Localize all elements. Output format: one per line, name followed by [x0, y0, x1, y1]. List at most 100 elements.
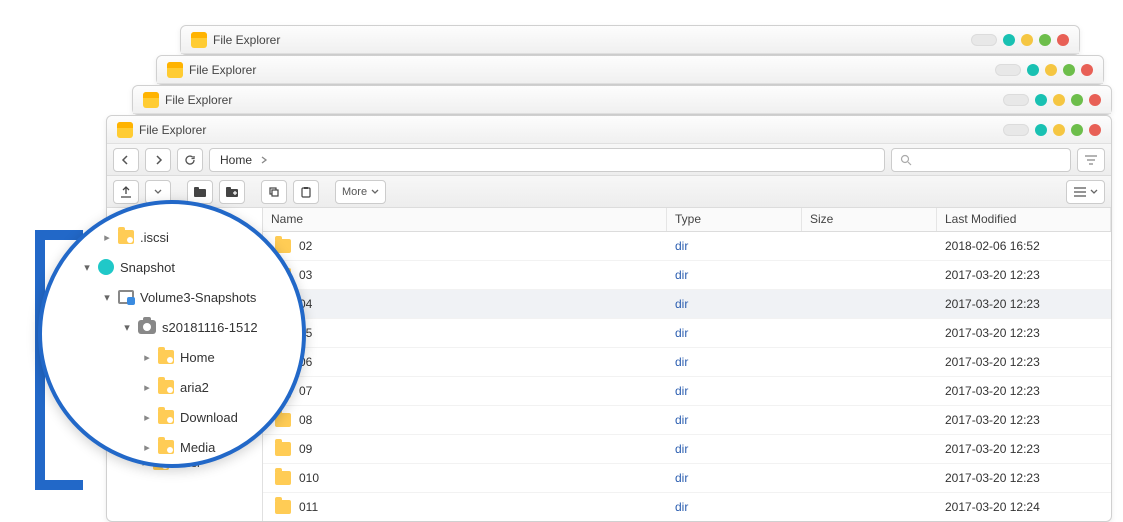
view-mode-button[interactable] [1066, 180, 1105, 204]
file-row[interactable]: 05dir2017-03-20 12:23 [263, 319, 1111, 348]
lens-tree-item[interactable]: ▸aria2 [42, 372, 302, 402]
file-type: dir [667, 384, 802, 398]
lens-tree-item[interactable]: ▾Snapshot [42, 252, 302, 282]
file-rows: 02dir2018-02-06 16:5203dir2017-03-20 12:… [263, 232, 1111, 521]
tree-label: .iscsi [140, 230, 169, 245]
lens-tree-item[interactable]: ▸ Download [42, 402, 302, 432]
folder-icon [158, 350, 174, 364]
folder-icon [118, 230, 134, 244]
file-row[interactable]: 03dir2017-03-20 12:23 [263, 261, 1111, 290]
chevron-icon: ▾ [122, 321, 132, 334]
search-icon [900, 154, 912, 166]
file-name: 08 [299, 413, 312, 427]
window-full-icon[interactable] [1063, 64, 1075, 76]
col-modified[interactable]: Last Modified [937, 208, 1111, 231]
breadcrumb-root[interactable]: Home [220, 153, 252, 167]
column-header: Name Type Size Last Modified [263, 208, 1111, 232]
toggle-pill[interactable] [1003, 124, 1029, 136]
window-title: File Explorer [213, 33, 280, 47]
upload-button[interactable] [113, 180, 139, 204]
toggle-pill[interactable] [971, 34, 997, 46]
file-name: 02 [299, 239, 312, 253]
titlebar[interactable]: File Explorer [181, 26, 1079, 54]
window-full-icon[interactable] [1071, 124, 1083, 136]
folder-icon [275, 500, 291, 514]
lens-tree-item[interactable]: ▸Home [42, 342, 302, 372]
chevron-icon: ▾ [102, 291, 112, 304]
copy-button[interactable] [261, 180, 287, 204]
window-min-icon[interactable] [1003, 34, 1015, 46]
folder-icon [117, 122, 133, 138]
breadcrumb[interactable]: Home [209, 148, 885, 172]
folder-icon [143, 92, 159, 108]
file-modified: 2017-03-20 12:23 [937, 268, 1111, 282]
file-modified: 2017-03-20 12:23 [937, 355, 1111, 369]
file-row[interactable]: 08dir2017-03-20 12:23 [263, 406, 1111, 435]
col-type[interactable]: Type [667, 208, 802, 231]
more-button[interactable]: More [335, 180, 386, 204]
file-row[interactable]: 07dir2017-03-20 12:23 [263, 377, 1111, 406]
file-row[interactable]: 02dir2018-02-06 16:52 [263, 232, 1111, 261]
window-close-icon[interactable] [1089, 94, 1101, 106]
chevron-right-icon [260, 156, 268, 164]
lens-tree-item[interactable]: ▾ Volume3-Snapshots [42, 282, 302, 312]
window-full-icon[interactable] [1071, 94, 1083, 106]
window-title: File Explorer [165, 93, 232, 107]
new-folder-button[interactable] [187, 180, 213, 204]
forward-button[interactable] [145, 148, 171, 172]
paste-button[interactable] [293, 180, 319, 204]
nav-toolbar: Home [107, 144, 1111, 176]
file-name: 07 [299, 384, 312, 398]
titlebar[interactable]: File Explorer [107, 116, 1111, 144]
file-name: 010 [299, 471, 319, 485]
new-folder-plus-button[interactable] [219, 180, 245, 204]
file-type: dir [667, 355, 802, 369]
file-type: dir [667, 442, 802, 456]
file-modified: 2017-03-20 12:23 [937, 471, 1111, 485]
refresh-button[interactable] [177, 148, 203, 172]
filter-button[interactable] [1077, 148, 1105, 172]
chevron-icon: ▸ [142, 411, 152, 424]
tree-label: Download [180, 410, 238, 425]
window-min-icon[interactable] [1035, 94, 1047, 106]
titlebar[interactable]: File Explorer [133, 86, 1111, 114]
window-close-icon[interactable] [1057, 34, 1069, 46]
col-size[interactable]: Size [802, 208, 937, 231]
window-min-icon[interactable] [1035, 124, 1047, 136]
file-row[interactable]: 09dir2017-03-20 12:23 [263, 435, 1111, 464]
window-min-icon[interactable] [1027, 64, 1039, 76]
window-title: File Explorer [189, 63, 256, 77]
chevron-icon: ▸ [142, 351, 152, 364]
tree-label: aria2 [180, 380, 209, 395]
lens-tree-item[interactable]: ▾s20181116-1512 [42, 312, 302, 342]
window-full-icon[interactable] [1039, 34, 1051, 46]
window-close-icon[interactable] [1081, 64, 1093, 76]
file-row[interactable]: 010dir2017-03-20 12:23 [263, 464, 1111, 493]
server-icon [118, 290, 134, 304]
tree-label: Volume3-Snapshots [140, 290, 256, 305]
window-max-icon[interactable] [1045, 64, 1057, 76]
back-button[interactable] [113, 148, 139, 172]
file-row[interactable]: 04dir2017-03-20 12:23 [263, 290, 1111, 319]
folder-icon [275, 442, 291, 456]
window-stack-2: File Explorer [132, 85, 1112, 115]
file-row[interactable]: 06dir2017-03-20 12:23 [263, 348, 1111, 377]
tree-label: Snapshot [120, 260, 175, 275]
file-modified: 2017-03-20 12:23 [937, 297, 1111, 311]
file-name: 03 [299, 268, 312, 282]
col-name[interactable]: Name [263, 208, 667, 231]
window-max-icon[interactable] [1021, 34, 1033, 46]
file-row[interactable]: 011dir2017-03-20 12:24 [263, 493, 1111, 521]
search-input[interactable] [891, 148, 1071, 172]
window-max-icon[interactable] [1053, 124, 1065, 136]
titlebar[interactable]: File Explorer [157, 56, 1103, 84]
window-title: File Explorer [139, 123, 206, 137]
toggle-pill[interactable] [1003, 94, 1029, 106]
toggle-pill[interactable] [995, 64, 1021, 76]
folder-icon [158, 380, 174, 394]
window-close-icon[interactable] [1089, 124, 1101, 136]
chevron-icon: ▸ [142, 441, 152, 454]
window-max-icon[interactable] [1053, 94, 1065, 106]
folder-icon [158, 410, 174, 424]
file-modified: 2017-03-20 12:23 [937, 413, 1111, 427]
